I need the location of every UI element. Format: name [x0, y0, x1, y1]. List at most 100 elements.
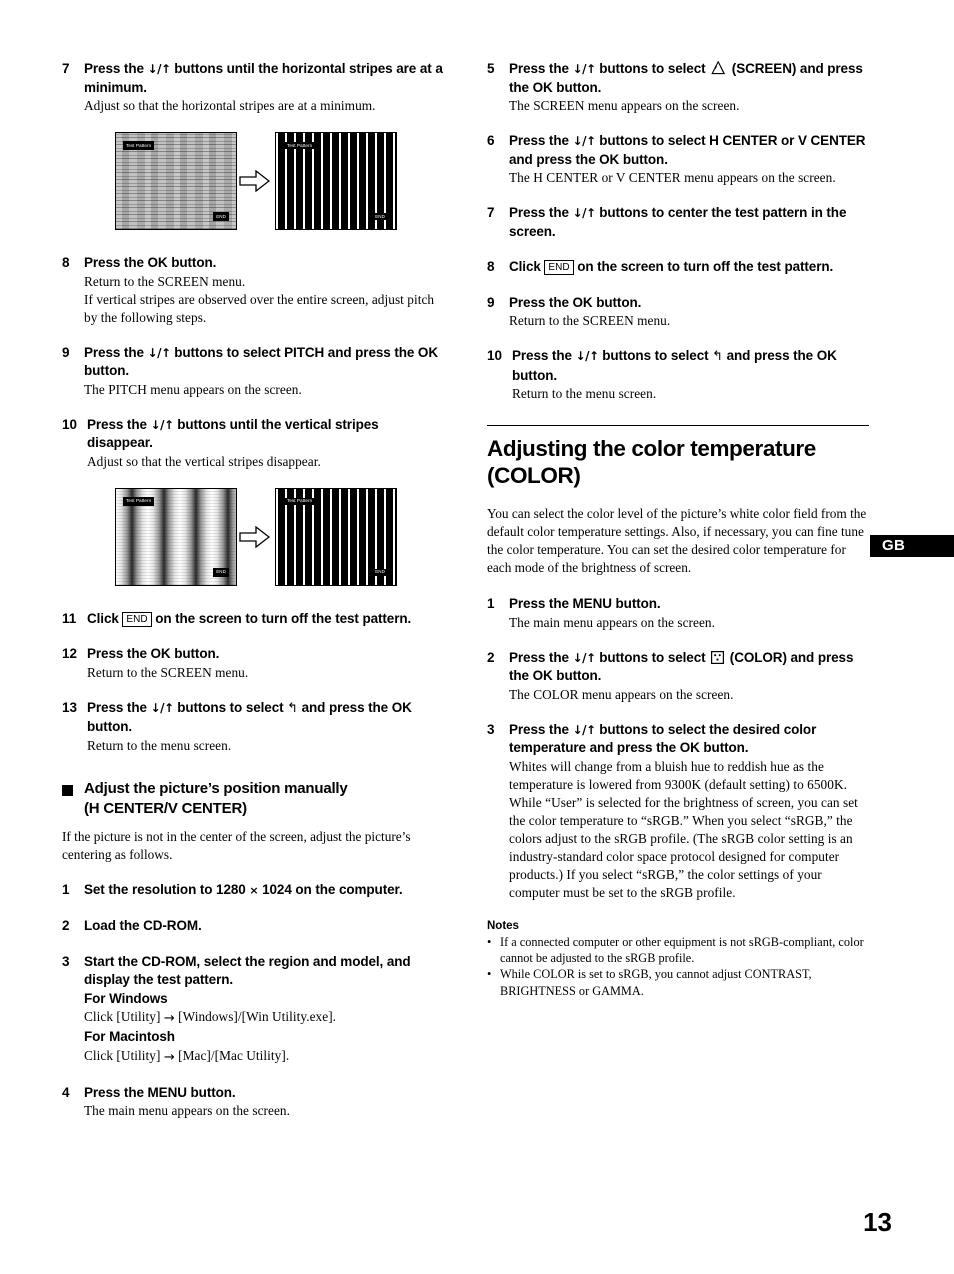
figure-vertical-stripes: Test Pattern END Test Pattern END [62, 487, 444, 588]
step-title: Press the OK button. [84, 255, 217, 270]
step-item: 1 Set the resolution to 1280 × 1024 on t… [62, 881, 444, 901]
color-icon [711, 650, 725, 664]
step-item: 3 Start the CD-ROM, select the region an… [62, 953, 444, 1067]
left-column: 7 Press the ↓/↑ buttons until the horizo… [62, 60, 444, 1137]
right-arrow-icon: → [163, 1011, 175, 1026]
step-item: 13 Press the ↓/↑ buttons to select ↰ and… [62, 699, 444, 755]
note-text: While COLOR is set to sRGB, you cannot a… [500, 967, 812, 998]
step-description: Return to the menu screen. [87, 737, 232, 753]
down-up-arrows-icon: ↓/↑ [575, 349, 600, 363]
square-bullet-icon [62, 779, 84, 819]
step-title: Press the ↓/↑ buttons to select ↰ and pr… [87, 699, 412, 735]
step-number: 9 [487, 294, 495, 310]
step-description: Return to the SCREEN menu. [84, 273, 246, 289]
right-column: 5 Press the ↓/↑ buttons to select (SCREE… [487, 60, 869, 999]
return-arrow-icon: ↰ [287, 700, 298, 716]
step-item: 8 Press the OK button. Return to the SCR… [62, 254, 444, 327]
subsection-heading: Adjust the picture’s position manually (… [62, 779, 444, 819]
step-number: 11 [62, 610, 77, 626]
down-up-arrows-icon: ↓/↑ [150, 417, 175, 432]
step-item: 11 Click END on the screen to turn off t… [62, 610, 444, 629]
end-label: END [373, 568, 387, 576]
windows-instruction-pre: Click [Utility] [84, 1009, 164, 1024]
bullet-icon: • [487, 934, 492, 949]
step-body: Press the MENU button. The main menu app… [509, 595, 869, 632]
step-item: 6 Press the ↓/↑ buttons to select H CENT… [487, 132, 869, 187]
step-body: Press the ↓/↑ buttons to select ↰ and pr… [87, 699, 444, 755]
return-arrow-icon: ↰ [712, 349, 723, 364]
step-item: 9 Press the ↓/↑ buttons to select PITCH … [62, 344, 444, 399]
step-number: 6 [487, 133, 495, 148]
figure-panel-before: Test Pattern END [115, 132, 237, 230]
step-title: Press the ↓/↑ buttons to select PITCH an… [84, 344, 438, 379]
step-title-post: 1024 on the computer. [258, 881, 403, 897]
for-windows-label: For Windows [84, 990, 168, 1006]
for-windows-instruction: Click [Utility] → [Windows]/[Win Utility… [84, 1008, 444, 1028]
step-body: Press the ↓/↑ buttons to select the desi… [509, 721, 869, 902]
step-body: Press the ↓/↑ buttons to select (COLOR) … [509, 649, 869, 704]
down-up-arrows-icon: ↓/↑ [572, 722, 597, 737]
step-number: 4 [62, 1084, 70, 1100]
step-body: Press the ↓/↑ buttons until the vertical… [87, 416, 444, 471]
end-button-glyph: END [544, 260, 574, 275]
step-item: 2 Press the ↓/↑ buttons to select (COLOR… [487, 649, 869, 704]
down-up-arrows-icon: ↓/↑ [147, 345, 172, 360]
step-description: The main menu appears on the screen. [84, 1103, 290, 1118]
locale-tab-gb: GB [870, 535, 954, 557]
step-number: 10 [62, 416, 78, 432]
end-button-glyph: END [122, 611, 152, 627]
step-body: Click END on the screen to turn off the … [87, 610, 444, 629]
step-item: 7 Press the ↓/↑ buttons to center the te… [487, 204, 869, 241]
section-intro-paragraph: You can select the color level of the pi… [487, 506, 867, 575]
right-arrow-icon: → [163, 1049, 175, 1065]
step-number: 2 [62, 918, 70, 933]
step-body: Press the ↓/↑ buttons to select ↰ and pr… [512, 347, 869, 403]
step-body: Press the ↓/↑ buttons to select (SCREEN)… [509, 60, 869, 115]
notes-block: Notes • If a connected computer or other… [487, 919, 869, 1000]
transition-arrow-icon [239, 525, 270, 548]
note-item: • If a connected computer or other equip… [487, 934, 869, 967]
step-body: Set the resolution to 1280 × 1024 on the… [84, 881, 444, 901]
step-title: Click END on the screen to turn off the … [87, 610, 412, 627]
step-title: Press the ↓/↑ buttons to select the desi… [509, 721, 817, 756]
step-description-2: If vertical stripes are observed over th… [84, 291, 435, 325]
screen-icon [711, 61, 726, 75]
step-title: Start the CD-ROM, select the region and … [84, 953, 411, 988]
step-item: 1 Press the MENU button. The main menu a… [487, 595, 869, 632]
test-pattern-label: Test Pattern [285, 142, 315, 149]
step-title: Click END on the screen to turn off the … [509, 259, 834, 275]
note-item: • While COLOR is set to sRGB, you cannot… [487, 966, 869, 999]
step-title: Press the MENU button. [509, 596, 661, 611]
down-up-arrows-icon: ↓/↑ [150, 700, 175, 715]
step-number: 12 [62, 646, 78, 661]
step-item: 9 Press the OK button. Return to the SCR… [487, 294, 869, 331]
figure-horizontal-stripes: Test Pattern END Test Pattern END [62, 132, 444, 232]
step-item: 10 Press the ↓/↑ buttons until the verti… [62, 416, 444, 471]
step-number: 8 [62, 255, 70, 270]
down-up-arrows-icon: ↓/↑ [572, 62, 597, 76]
step-item: 3 Press the ↓/↑ buttons to select the de… [487, 721, 869, 902]
step-number: 13 [62, 699, 78, 715]
step-description: Return to the SCREEN menu. [509, 313, 671, 328]
windows-instruction-post: [Windows]/[Win Utility.exe]. [174, 1009, 337, 1024]
step-number: 2 [487, 649, 495, 665]
step-number: 1 [62, 881, 70, 897]
mac-instruction-pre: Click [Utility] [84, 1047, 164, 1063]
step-description: Whites will change from a bluish hue to … [509, 758, 858, 900]
step-body: Press the OK button. Return to the SCREE… [87, 645, 444, 682]
for-macintosh-label: For Macintosh [84, 1029, 175, 1044]
step-item: 4 Press the MENU button. The main menu a… [62, 1084, 444, 1121]
bullet-icon: • [487, 967, 492, 982]
step-description: Return to the menu screen. [512, 386, 657, 401]
step-title: Press the OK button. [87, 646, 220, 661]
step-body: Start the CD-ROM, select the region and … [84, 953, 444, 1067]
step-item: 12 Press the OK button. Return to the SC… [62, 645, 444, 682]
step-description: The H CENTER or V CENTER menu appears on… [509, 170, 836, 185]
step-number: 9 [62, 344, 70, 360]
down-up-arrows-icon: ↓/↑ [147, 62, 172, 76]
step-item: 8 Click END on the screen to turn off th… [487, 258, 869, 277]
step-title: Press the MENU button. [84, 1084, 236, 1100]
step-body: Press the ↓/↑ buttons to select PITCH an… [84, 344, 444, 399]
subsection-heading-line1: Adjust the picture’s position manually [84, 779, 348, 797]
down-up-arrows-icon: ↓/↑ [572, 650, 597, 665]
